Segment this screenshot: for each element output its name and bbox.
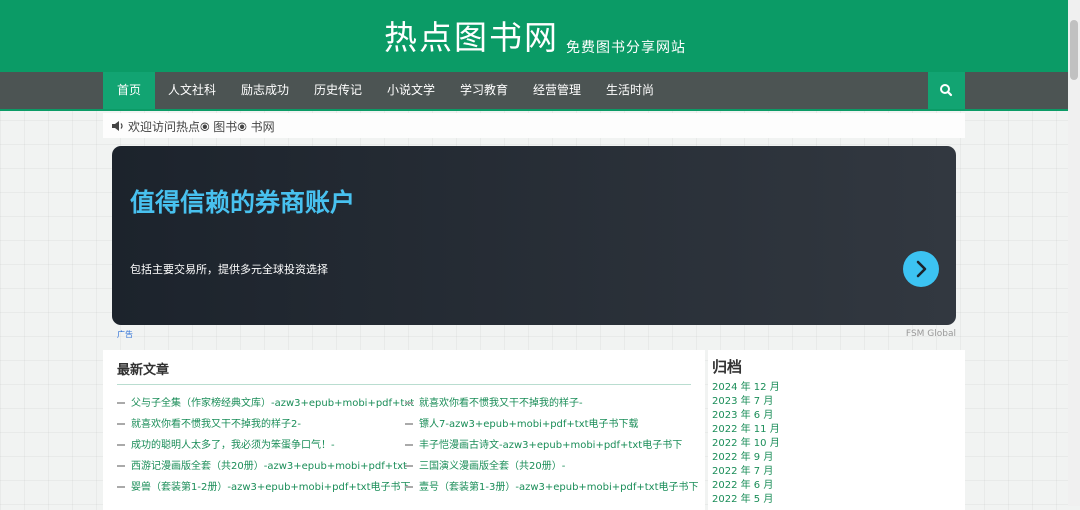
ad-banner[interactable]: 值得信赖的券商账户 包括主要交易所，提供多元全球投资选择 [112, 146, 956, 325]
nav-item-management[interactable]: 经营管理 [525, 72, 589, 109]
archive-link[interactable]: 2022 年 6 月 [712, 479, 773, 493]
post-link[interactable]: 就喜欢你看不惯我又干不掉我的样子- [405, 397, 583, 411]
archive-link[interactable]: 2022 年 10 月 [712, 437, 780, 451]
nav-item-fiction[interactable]: 小说文学 [379, 72, 443, 109]
post-link[interactable]: 壹号（套装第1-3册）-azw3+epub+mobi+pdf+txt电子书下 [405, 481, 699, 495]
archive-link[interactable]: 2023 年 7 月 [712, 395, 773, 409]
nav-item-motivation[interactable]: 励志成功 [233, 72, 297, 109]
site-slogan: 免费图书分享网站 [566, 40, 686, 56]
archive-link[interactable]: 2022 年 11 月 [712, 423, 780, 437]
post-link[interactable]: 父与子全集（作家榜经典文库）-azw3+epub+mobi+pdf+txt [117, 397, 414, 411]
post-link[interactable]: 三国演义漫画版全套（共20册）- [405, 460, 565, 474]
archive-link[interactable]: 2022 年 9 月 [712, 451, 773, 465]
title-divider [117, 384, 691, 385]
search-button[interactable] [928, 72, 965, 109]
site-logo[interactable]: 热点图书网 [384, 18, 559, 58]
bullet-dash [405, 402, 413, 404]
bullet-dash [117, 402, 125, 404]
bullet-dash [405, 486, 413, 488]
post-link[interactable]: 西游记漫画版全套（共20册）-azw3+epub+mobi+pdf+txt [117, 460, 407, 474]
post-link[interactable]: 镖人7-azw3+epub+mobi+pdf+txt电子书下载 [405, 418, 639, 432]
latest-posts-panel: 最新文章 父与子全集（作家榜经典文库）-azw3+epub+mobi+pdf+t… [103, 350, 705, 510]
bullet-dash [405, 465, 413, 467]
scrollbar-thumb[interactable] [1070, 20, 1078, 80]
archive-link[interactable]: 2022 年 7 月 [712, 465, 773, 479]
bullet-dash [117, 486, 125, 488]
latest-posts-title: 最新文章 [117, 363, 170, 378]
nav-item-home[interactable]: 首页 [103, 72, 155, 109]
post-link[interactable]: 就喜欢你看不惯我又干不掉我的样子2- [117, 418, 301, 432]
archive-link[interactable]: 2024 年 12 月 [712, 381, 780, 395]
nav-item-education[interactable]: 学习教育 [452, 72, 516, 109]
ad-mark[interactable]: 广告 [117, 329, 133, 340]
page-scrollbar[interactable] [1068, 0, 1080, 506]
archive-link[interactable]: 2023 年 6 月 [712, 409, 773, 423]
notice-text: 欢迎访问热点🞊 图书🞊 书网 [128, 120, 275, 134]
archive-title: 归档 [712, 358, 743, 376]
bullet-dash [405, 423, 413, 425]
post-link[interactable]: 丰子恺漫画古诗文-azw3+epub+mobi+pdf+txt电子书下 [405, 439, 682, 453]
notice-bar: 欢迎访问热点🞊 图书🞊 书网 [103, 113, 965, 138]
bullet-dash [117, 444, 125, 446]
archive-panel: 归档 2024 年 12 月 2023 年 7 月 2023 年 6 月 202… [708, 350, 965, 510]
speaker-icon [112, 121, 123, 131]
site-header: 热点图书网 免费图书分享网站 [0, 0, 1068, 72]
ad-title: 值得信赖的券商账户 [130, 188, 356, 217]
nav-item-history[interactable]: 历史传记 [306, 72, 370, 109]
bullet-dash [117, 465, 125, 467]
bullet-dash [405, 444, 413, 446]
search-icon [940, 84, 953, 97]
ad-footer: 广告 FSM Global [112, 329, 956, 342]
ad-next-button[interactable] [903, 251, 939, 287]
nav-item-humanities[interactable]: 人文社科 [160, 72, 224, 109]
chevron-right-icon [916, 260, 927, 278]
post-link[interactable]: 成功的聪明人太多了，我必须为笨蛋争口气！- [117, 439, 335, 453]
archive-link[interactable]: 2022 年 5 月 [712, 493, 773, 507]
main-nav: 首页 人文社科 励志成功 历史传记 小说文学 学习教育 经营管理 生活时尚 [0, 72, 1068, 111]
ad-subtitle: 包括主要交易所，提供多元全球投资选择 [130, 263, 328, 276]
post-link[interactable]: 婴兽（套装第1-2册）-azw3+epub+mobi+pdf+txt电子书下 [117, 481, 411, 495]
ad-brand: FSM Global [905, 329, 956, 339]
nav-item-lifestyle[interactable]: 生活时尚 [598, 72, 662, 109]
bullet-dash [117, 423, 125, 425]
